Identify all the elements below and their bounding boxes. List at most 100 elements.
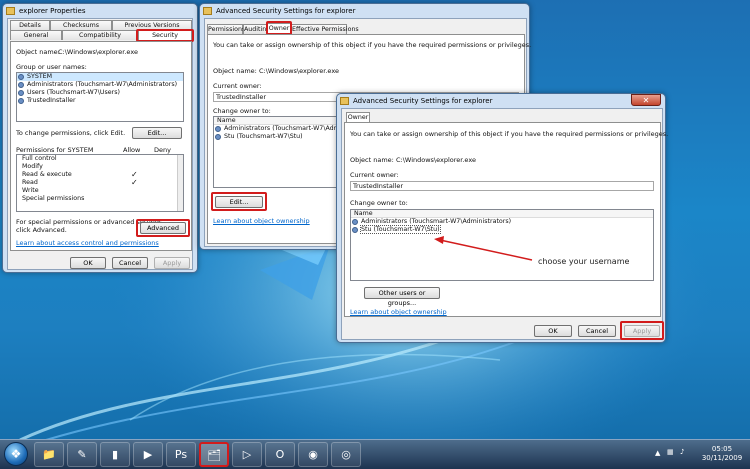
titlebar[interactable]: Advanced Security Settings for explorer …	[337, 94, 665, 108]
tab-checksums[interactable]: Checksums	[50, 20, 112, 30]
current-owner-label: Current owner:	[350, 171, 399, 179]
folder-icon: 📁	[42, 448, 56, 461]
clock[interactable]: 05:05 30/11/2009	[700, 445, 744, 463]
network-icon[interactable]: ▦	[667, 448, 674, 456]
cancel-button[interactable]: Cancel	[112, 257, 148, 269]
tab-effective-permissions[interactable]: Effective Permissions	[291, 24, 359, 34]
titlebar[interactable]: Advanced Security Settings for explorer	[200, 4, 529, 18]
clock-time: 05:05	[711, 445, 733, 453]
taskbar-media-center-icon[interactable]: ▷	[232, 442, 262, 467]
permission-row: Modify	[22, 163, 43, 170]
explorer-properties-window: explorer Properties Details Checksums Pr…	[2, 3, 198, 273]
learn-ownership-link[interactable]: Learn about object ownership	[350, 308, 447, 316]
object-name-label: Object name:	[213, 67, 257, 75]
group-list[interactable]: SYSTEM Administrators (Touchsmart-W7\Adm…	[16, 72, 184, 122]
ok-button[interactable]: OK	[534, 325, 572, 337]
users-icon	[18, 98, 24, 104]
permission-row: Write	[22, 187, 39, 194]
allow-header: Allow	[123, 146, 141, 154]
learn-ownership-link[interactable]: Learn about object ownership	[213, 217, 310, 225]
taskbar-firefox-icon[interactable]: ◉	[298, 442, 328, 467]
cmd-icon: ▮	[111, 448, 119, 461]
permissions-list: Full control Modify Read & execute Read …	[16, 154, 184, 212]
taskbar-photoshop-icon[interactable]: Ps	[166, 442, 196, 467]
tab-permissions[interactable]: Permissions	[207, 24, 245, 34]
taskbar-explorer-icon[interactable]: 🗂	[199, 442, 229, 467]
permission-row: Read	[22, 179, 38, 186]
tab-general[interactable]: General	[10, 30, 62, 40]
users-icon	[215, 126, 221, 132]
user-icon	[352, 227, 358, 233]
users-icon	[18, 74, 24, 80]
media-player-icon: ▶	[143, 448, 153, 461]
window-title: explorer Properties	[19, 7, 86, 15]
titlebar[interactable]: explorer Properties	[3, 4, 197, 18]
list-item[interactable]: Stu (Touchsmart-W7\Stu)	[351, 225, 653, 234]
change-owner-label: Change owner to:	[213, 107, 271, 115]
users-icon	[352, 219, 358, 225]
annotation-arrow	[434, 236, 533, 261]
notepad-icon: ✎	[77, 448, 87, 461]
taskbar-notepad-icon[interactable]: ✎	[67, 442, 97, 467]
taskbar-cmd-icon[interactable]: ▮	[100, 442, 130, 467]
list-item[interactable]: Administrators (Touchsmart-W7\Administra…	[17, 81, 183, 89]
close-icon[interactable]: ✕	[631, 94, 661, 106]
outlook-icon: O	[275, 448, 285, 461]
permission-row: Special permissions	[22, 195, 85, 202]
advanced-client: Owner You can take or assign ownership o…	[341, 108, 668, 340]
annotation-text: choose your username	[538, 257, 630, 266]
change-owner-label: Change owner to:	[350, 199, 408, 207]
tab-details[interactable]: Details	[10, 20, 50, 30]
taskbar-folder-icon[interactable]: 📁	[34, 442, 64, 467]
advanced-button-highlight	[136, 219, 190, 237]
properties-client: Details Checksums Previous Versions Gene…	[7, 18, 194, 270]
chrome-icon: ◎	[341, 448, 351, 461]
users-icon	[18, 82, 24, 88]
list-item[interactable]: TrustedInstaller	[17, 97, 183, 105]
other-users-button[interactable]: Other users or groups...	[364, 287, 440, 307]
learn-access-control-link[interactable]: Learn about access control and permissio…	[16, 239, 159, 247]
media-center-icon: ▷	[242, 448, 252, 461]
shield-icon	[203, 7, 212, 15]
object-name-label: Object name:	[16, 48, 60, 56]
cancel-button[interactable]: Cancel	[578, 325, 616, 337]
users-icon	[18, 90, 24, 96]
owner-tab-highlight	[266, 21, 292, 35]
scrollbar[interactable]	[177, 155, 183, 211]
list-item[interactable]: Administrators (Touchsmart-W7\Administra…	[351, 218, 653, 226]
explorer-icon: 🗂	[207, 449, 221, 462]
list-item[interactable]: Users (Touchsmart-W7\Users)	[17, 89, 183, 97]
permissions-for-label: Permissions for SYSTEM	[16, 146, 94, 154]
clock-date: 30/11/2009	[701, 454, 743, 462]
window-title: Advanced Security Settings for explorer	[216, 7, 356, 15]
volume-icon[interactable]: ♪	[680, 448, 684, 456]
ok-button[interactable]: OK	[70, 257, 106, 269]
edit-permissions-button[interactable]: Edit...	[132, 127, 182, 139]
shield-icon	[340, 97, 349, 105]
taskbar: ❖ 📁 ✎ ▮ ▶ Ps 🗂 ▷ O ◉ ◎ ▲ ▦ ♪ 05:05 30/11/2009	[0, 439, 750, 469]
tab-auditing[interactable]: Auditing	[243, 24, 270, 34]
current-owner-field: TrustedInstaller	[350, 181, 654, 191]
object-name-value: C:\Windows\explorer.exe	[396, 156, 476, 164]
window-title: Advanced Security Settings for explorer	[353, 97, 493, 105]
object-name-value: C:\Windows\explorer.exe	[259, 67, 339, 75]
taskbar-chrome-icon[interactable]: ◎	[331, 442, 361, 467]
change-permissions-text: To change permissions, click Edit.	[16, 129, 126, 137]
tab-compatibility[interactable]: Compatibility	[62, 30, 138, 40]
taskbar-media-player-icon[interactable]: ▶	[133, 442, 163, 467]
list-header[interactable]: Name	[351, 210, 653, 218]
taskbar-outlook-icon[interactable]: O	[265, 442, 295, 467]
object-name-value: C:\Windows\explorer.exe	[58, 48, 138, 56]
file-icon	[6, 7, 15, 15]
list-item[interactable]: SYSTEM	[17, 73, 183, 81]
advanced-security-window-front: Advanced Security Settings for explorer …	[336, 93, 668, 343]
group-label: Group or user names:	[16, 63, 87, 71]
user-icon	[215, 134, 221, 140]
apply-button-highlight	[620, 321, 664, 340]
apply-button[interactable]: Apply	[154, 257, 190, 269]
deny-header: Deny	[154, 146, 171, 154]
start-button[interactable]: ❖	[4, 442, 28, 466]
tray-arrow-icon[interactable]: ▲	[655, 449, 660, 457]
intro-text: You can take or assign ownership of this…	[213, 41, 532, 49]
click-advanced-text: click Advanced.	[16, 226, 67, 234]
